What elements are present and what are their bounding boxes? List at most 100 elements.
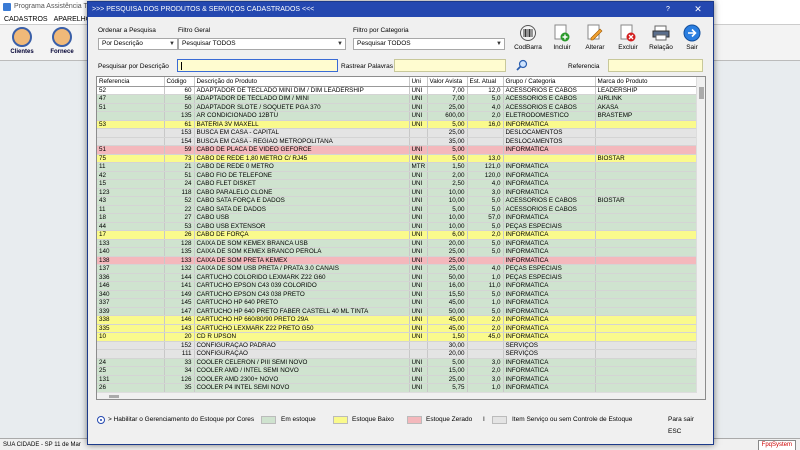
table-row[interactable]: 10 20 CD R UPSON UNI 1,50 45,0 INFORMATICA xyxy=(97,332,698,342)
col-header-unit[interactable]: Uni xyxy=(409,77,428,87)
table-row[interactable]: 17 26 CABO DE FORÇA UNI 6,00 2,0 INFORMATICA xyxy=(97,230,698,240)
col-header-stock[interactable]: Est. Atual xyxy=(467,77,504,87)
barcode-button[interactable]: CodBarra xyxy=(513,24,543,51)
table-row[interactable]: 335 143 CARTUCHO LEXMARK Z22 PRETO G50 UNI 4… xyxy=(97,324,698,333)
category-filter-select[interactable]: Pesquisar TODOS ▼ xyxy=(353,38,505,50)
col-header-price[interactable]: Valor Avista xyxy=(427,77,468,87)
cell-valor: 45,00 xyxy=(427,298,468,308)
menu-cadastros[interactable]: CADASTROS xyxy=(4,14,48,24)
search-icon[interactable] xyxy=(516,59,528,71)
cell-cod: 61 xyxy=(164,120,195,129)
table-row[interactable]: 42 51 CABO FIO DE TELEFONE UNI 2,00 120,0 INFO… xyxy=(97,171,698,180)
cell-cod: 143 xyxy=(164,324,195,333)
table-row[interactable]: 11 21 CABO DE REDE 0 METRO MTR 1,50 121,0 INFO… xyxy=(97,162,698,172)
color-management-radio[interactable] xyxy=(97,416,105,424)
suppliers-button[interactable]: Fornece xyxy=(44,27,80,58)
table-row[interactable]: 133 128 CAIXA DE SOM KEMEX BRANCA USB UNI 20… xyxy=(97,239,698,248)
cell-ref: 26 xyxy=(97,383,165,393)
table-row[interactable]: 339 147 CARTUCHO HP 640 PRETO FABER CASTEL… xyxy=(97,307,698,316)
cell-marca xyxy=(595,383,698,393)
table-row[interactable]: 18 27 CABO USB UNI 10,00 57,0 INFORMATICA xyxy=(97,213,698,223)
table-row[interactable]: 135 AR CONDICIONADO 12BTU UNI 600,00 2,0 ELET… xyxy=(97,111,698,121)
reference-input[interactable] xyxy=(608,59,703,72)
table-row[interactable]: 44 53 CABO USB EXTENSOR UNI 10,00 5,0 PEÇAS ES… xyxy=(97,222,698,231)
table-row[interactable]: 154 BUSCA EM CASA - REGIAO METROPOLITANA 3… xyxy=(97,137,698,146)
order-select[interactable]: Por Descrição ▼ xyxy=(98,38,178,50)
cell-marca xyxy=(595,307,698,316)
color-management-label[interactable]: > Habilitar o Gerenciamento do Estoque p… xyxy=(108,414,254,426)
cell-marca xyxy=(595,213,698,223)
cell-ref: 53 xyxy=(97,120,165,129)
scroll-thumb[interactable] xyxy=(109,395,119,398)
cell-ref: 24 xyxy=(97,358,165,367)
cell-grupo: INFORMATICA xyxy=(503,366,596,376)
table-row[interactable]: 51 50 ADAPTADOR SLOTE / SOQUETE PGA 370 UNI… xyxy=(97,103,698,112)
cell-grupo: SERVIÇOS xyxy=(503,349,596,359)
track-words-input[interactable] xyxy=(394,59,506,72)
table-row[interactable]: 131 126 COOLER AMD 2300+ NOVO UNI 25,00 3,0 IN… xyxy=(97,375,698,384)
products-grid[interactable]: Referencia Código Descrição do Produto U… xyxy=(96,76,706,400)
exit-label: Sair xyxy=(686,44,698,51)
table-row[interactable]: 47 56 ADAPTADOR DE TECLADO DIM / MINI UNI 7,… xyxy=(97,94,698,104)
table-row[interactable]: 75 73 CABO DE REDE 1,80 METRO C/ RJ45 UNI 5,… xyxy=(97,154,698,163)
cell-marca xyxy=(595,230,698,240)
cell-desc: CABO DE REDE 0 METRO xyxy=(194,162,410,172)
delete-button[interactable]: Excluir xyxy=(613,24,643,51)
cell-est: 1,0 xyxy=(467,273,504,282)
close-button[interactable]: ✕ xyxy=(683,2,713,17)
add-button[interactable]: Incluir xyxy=(547,24,577,51)
col-header-brand[interactable]: Marca do Produto xyxy=(595,77,698,87)
table-row[interactable]: 24 33 COOLER CELERON / PIII SEMI NOVO UNI 5,… xyxy=(97,358,698,367)
cell-grupo: ACESSORIOS E CABOS xyxy=(503,94,596,104)
table-row[interactable]: 51 59 CABO DE PLACA DE VIDEO GEFORCE UNI 5,0… xyxy=(97,145,698,155)
table-row[interactable]: 338 146 CARTUCHO HP 660/80/90 PRETO 29A UNI… xyxy=(97,315,698,325)
table-row[interactable]: 340 149 CARTUCHO EPSON C43 038 PRETO UNI 15,… xyxy=(97,290,698,299)
table-row[interactable]: 53 61 BATERIA 3V MAXELL UNI 5,00 16,0 INFORMAT… xyxy=(97,120,698,129)
scroll-thumb[interactable] xyxy=(699,87,704,99)
vertical-scrollbar[interactable] xyxy=(696,77,705,399)
menu-aparelho[interactable]: APARELHO xyxy=(54,14,92,24)
table-row[interactable]: 111 CONFIGURAÇÃO 20,00 SERVIÇOS xyxy=(97,349,698,359)
col-header-description[interactable]: Descrição do Produto xyxy=(194,77,410,87)
general-filter-select[interactable]: Pesquisar TODOS ▼ xyxy=(178,38,346,50)
cell-uni: UNI xyxy=(409,358,428,367)
edit-button[interactable]: Alterar xyxy=(580,24,610,51)
table-row[interactable]: 123 118 CABO PARALELO CLONE UNI 10,00 3,0 INFO… xyxy=(97,188,698,197)
table-row[interactable]: 337 145 CARTUCHO HP 640 PRETO UNI 45,00 1,0 IN… xyxy=(97,298,698,308)
horizontal-scrollbar[interactable] xyxy=(97,392,697,399)
table-row[interactable]: 15 24 CABO FLET DISKET UNI 2,50 4,0 INFORMATIC… xyxy=(97,179,698,189)
table-row[interactable]: 137 132 CAIXA DE SOM USB PRETA / PRATA 3.0… xyxy=(97,264,698,274)
cell-uni: UNI xyxy=(409,375,428,384)
cell-ref xyxy=(97,128,165,138)
col-header-reference[interactable]: Referencia xyxy=(97,77,165,87)
search-description-input[interactable] xyxy=(177,59,338,72)
cell-marca xyxy=(595,222,698,231)
table-row[interactable]: 152 CONFIGURAÇÃO PADRAO 30,00 SERVIÇOS xyxy=(97,341,698,350)
table-row[interactable]: 153 BUSCA EM CASA - CAPITAL 25,00 DESLOCAME… xyxy=(97,128,698,138)
table-row[interactable]: 138 133 CAIXA DE SOM PRETA KEMEX UNI 25,00 IN… xyxy=(97,256,698,265)
col-header-code[interactable]: Código xyxy=(164,77,195,87)
help-button[interactable]: ? xyxy=(661,2,675,17)
cell-marca xyxy=(595,188,698,197)
table-row[interactable]: 26 35 COOLER P4 INTEL SEMI NOVO UNI 5,75 1,0 I… xyxy=(97,383,698,393)
table-row[interactable]: 43 52 CABO SATA FORÇA E DADOS UNI 10,00 5,0 AC… xyxy=(97,196,698,206)
col-header-category[interactable]: Grupo / Categoria xyxy=(503,77,596,87)
cell-grupo: ELETRODOMESTICO xyxy=(503,111,596,121)
cell-cod: 149 xyxy=(164,290,195,299)
table-row[interactable]: 11 22 CABO SATA DE DADOS UNI 5,00 5,0 ACESSORI… xyxy=(97,205,698,214)
cell-ref: 140 xyxy=(97,247,165,257)
cell-valor: 5,00 xyxy=(427,358,468,367)
table-row[interactable]: 336 144 CARTUCHO COLORIDO LEXMARK Z22 G60 U… xyxy=(97,273,698,282)
clients-button[interactable]: Clientes xyxy=(4,27,40,58)
cell-desc: CARTUCHO EPSON C43 039 COLORIDO xyxy=(194,281,410,291)
cell-marca xyxy=(595,349,698,359)
report-button[interactable]: Relação xyxy=(646,24,676,51)
table-row[interactable]: 140 135 CAIXA DE SOM KEMEX BRANCO PÉROLA UN… xyxy=(97,247,698,257)
cell-cod: 118 xyxy=(164,188,195,197)
table-row[interactable]: 146 141 CARTUCHO EPSON C43 039 COLORIDO UNI… xyxy=(97,281,698,291)
exit-button[interactable]: Sair xyxy=(677,24,707,51)
in-stock-label: Em estoque xyxy=(281,416,316,423)
table-row[interactable]: 25 34 COOLER AMD / INTEL SEMI NOVO UNI 15,00… xyxy=(97,366,698,376)
cell-uni: UNI xyxy=(409,315,428,325)
table-row[interactable]: 52 60 ADAPTADOR DE TECLADO MINI DIM / DIM … xyxy=(97,86,698,95)
